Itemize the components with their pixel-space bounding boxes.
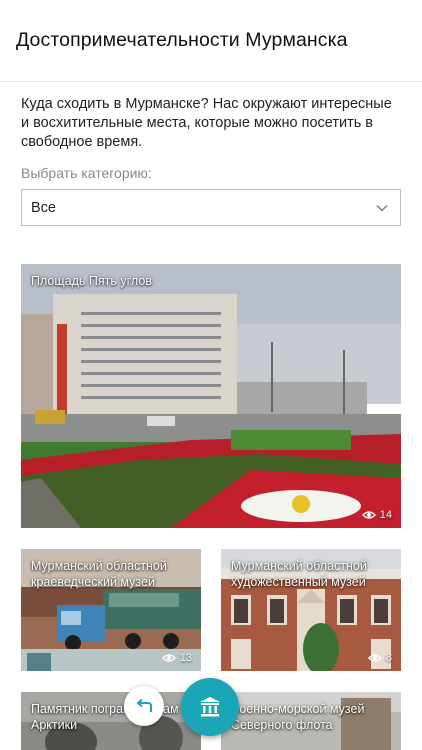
view-count: 8 bbox=[367, 652, 392, 664]
card-title: Военно-морской музей Северного флота bbox=[231, 702, 365, 732]
category-label: Выбрать категорию: bbox=[21, 165, 152, 181]
museum-icon bbox=[200, 697, 220, 717]
category-selected-value: Все bbox=[31, 199, 56, 216]
card-title: Площадь Пять углов bbox=[31, 274, 152, 288]
app-header: Достопримечательности Мурманска bbox=[0, 0, 422, 82]
museum-category-button[interactable] bbox=[181, 678, 239, 736]
card-title: Мурманский областной краеведческий музей bbox=[31, 559, 167, 589]
intro-text: Куда сходить в Мурманске? Нас окружают и… bbox=[21, 96, 392, 150]
main-content: Куда сходить в Мурманске? Нас окружают и… bbox=[0, 95, 422, 226]
attraction-card[interactable]: Площадь Пять углов 14 bbox=[21, 264, 401, 528]
card-title: Памятник пограничникам Арктики bbox=[31, 702, 179, 732]
chevron-down-icon bbox=[376, 204, 388, 211]
attraction-card[interactable]: Мурманский областной краеведческий музей… bbox=[21, 549, 201, 671]
view-count: 14 bbox=[361, 509, 392, 521]
category-select[interactable]: Все bbox=[21, 189, 401, 226]
eye-icon bbox=[161, 654, 176, 662]
attraction-card[interactable]: Военно-морской музей Северного флота bbox=[221, 692, 401, 750]
attraction-card[interactable]: Мурманский областной художественный музе… bbox=[221, 549, 401, 671]
back-button[interactable] bbox=[124, 686, 164, 726]
eye-icon bbox=[361, 511, 376, 519]
page-title: Достопримечательности Мурманска bbox=[16, 29, 348, 51]
view-count-value: 14 bbox=[379, 509, 392, 521]
card-title: Мурманский областной художественный музе… bbox=[231, 559, 367, 589]
view-count-value: 8 bbox=[385, 652, 392, 664]
view-count-value: 13 bbox=[179, 652, 192, 664]
view-count: 13 bbox=[161, 652, 192, 664]
card-photo bbox=[21, 264, 401, 528]
attraction-card[interactable]: Памятник пограничникам Арктики bbox=[21, 692, 201, 750]
eye-icon bbox=[367, 654, 382, 662]
back-arrow-icon bbox=[136, 698, 152, 712]
